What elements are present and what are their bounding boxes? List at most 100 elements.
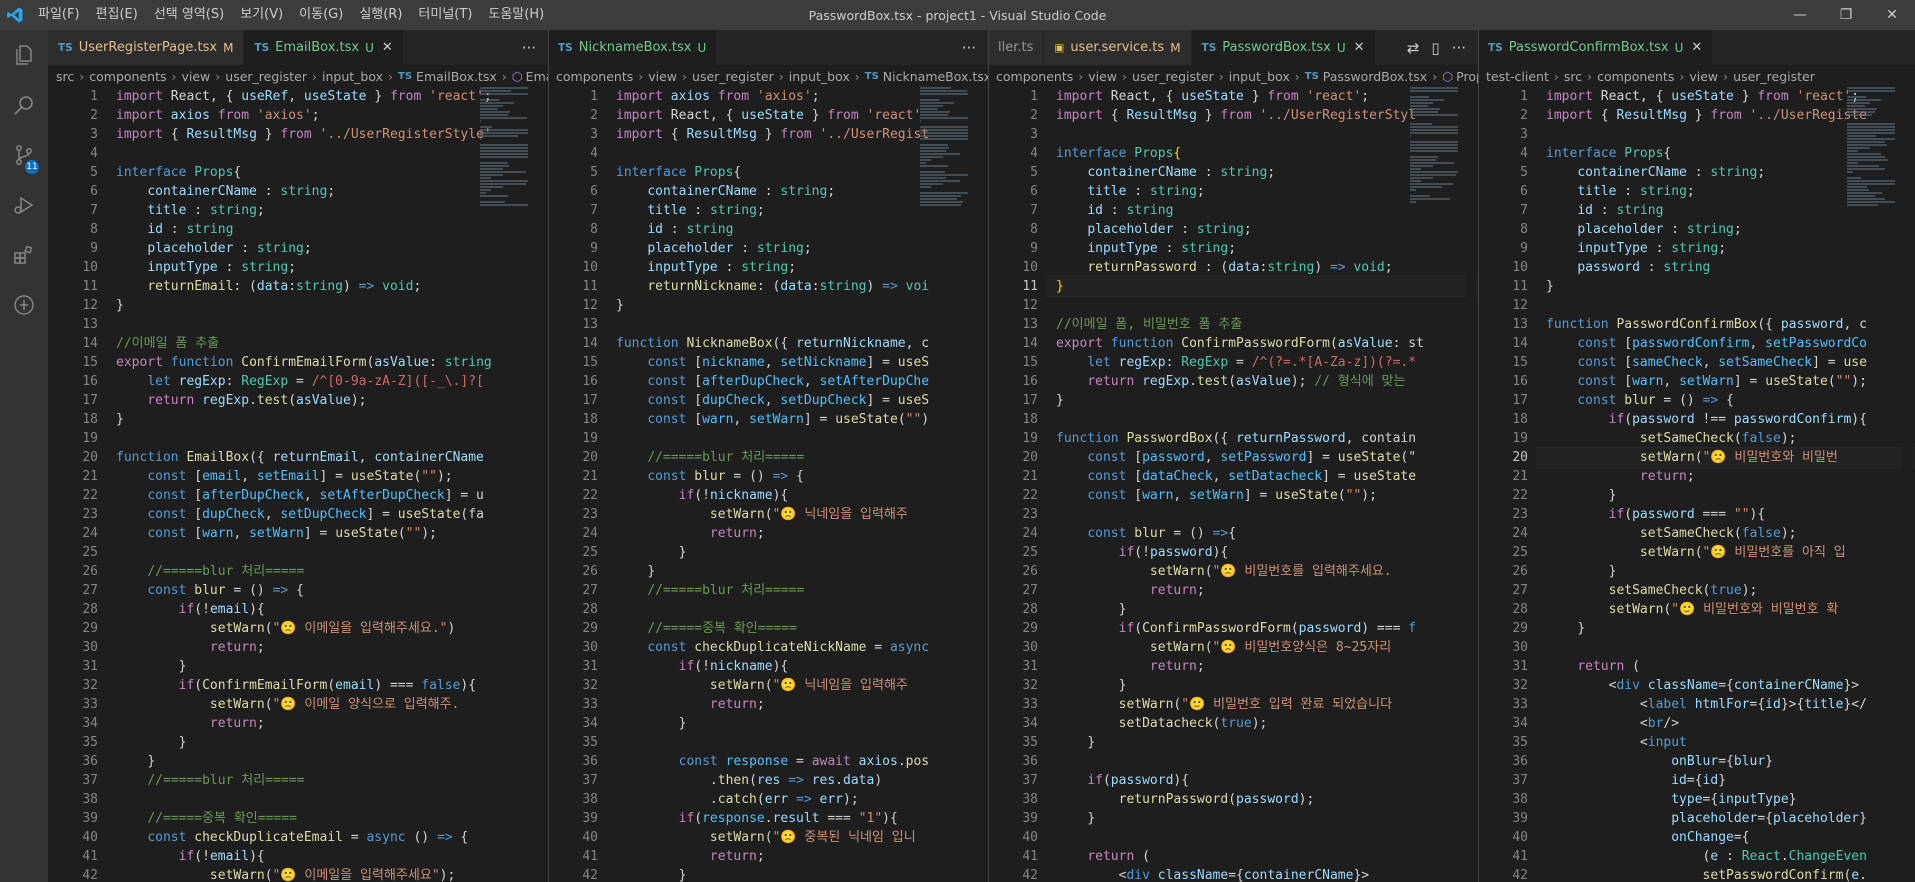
code-token: }>: [1843, 678, 1860, 693]
minimap-line: [480, 192, 486, 194]
explorer-icon[interactable]: [0, 30, 48, 80]
vertical-scrollbar[interactable]: [536, 87, 546, 882]
editor-tab[interactable]: ▣ user.service.ts M: [1044, 30, 1192, 65]
code-line: type={inputType}: [1546, 790, 1796, 809]
close-window-icon[interactable]: ✕: [1869, 0, 1915, 30]
code-token: string: [1686, 222, 1734, 237]
breadcrumb-item[interactable]: test-client: [1486, 69, 1549, 84]
minimap-line: [1847, 159, 1888, 161]
breadcrumb-item[interactable]: Props: [1456, 69, 1478, 84]
minimize-icon[interactable]: —: [1777, 0, 1823, 30]
code-token: {: [162, 127, 187, 142]
minimap-line: [920, 138, 968, 140]
code-token: =>: [436, 830, 453, 845]
minimap[interactable]: [480, 87, 530, 337]
code-token: const: [1577, 393, 1617, 408]
code-token: string: [209, 203, 257, 218]
breadcrumb-item[interactable]: components: [1597, 69, 1674, 84]
breadcrumb-item[interactable]: user_register: [1132, 69, 1214, 84]
editor-tab[interactable]: ller.ts: [988, 30, 1045, 65]
breadcrumb-item[interactable]: user_register: [692, 69, 774, 84]
more-actions-icon[interactable]: ···: [962, 39, 976, 57]
code-line: import axios from 'axios';: [616, 87, 820, 106]
minimap[interactable]: [1410, 87, 1460, 337]
breadcrumb-item[interactable]: NicknameBox.tsx: [883, 69, 988, 84]
code-token: ;: [311, 108, 320, 123]
editor-tab[interactable]: TS UserRegisterPage.tsx M: [48, 30, 245, 65]
minimap[interactable]: [920, 87, 970, 337]
breadcrumb-item[interactable]: EmailBox: [526, 69, 548, 84]
more-actions-icon[interactable]: ···: [522, 39, 536, 57]
menu-item[interactable]: 파일(F): [30, 0, 88, 30]
breadcrumb-item[interactable]: view: [1689, 69, 1718, 84]
menu-item[interactable]: 보기(V): [232, 0, 291, 30]
menu-item[interactable]: 선택 영역(S): [146, 0, 232, 30]
pane-divider[interactable]: [1478, 30, 1479, 882]
close-tab-icon[interactable]: ✕: [1691, 40, 1702, 55]
code-line: import { ResultMsg } from '../UserRegist…: [1056, 106, 1416, 125]
pane-divider[interactable]: [548, 30, 549, 882]
minimap-line: [1410, 90, 1458, 92]
breadcrumb-item[interactable]: src: [1564, 69, 1582, 84]
source-control-icon[interactable]: 11: [0, 130, 48, 180]
editor-tab[interactable]: TS PasswordBox.tsx U ✕: [1191, 30, 1376, 65]
editor-tab[interactable]: TS NicknameBox.tsx U: [548, 30, 718, 65]
code-editor[interactable]: 1 import React, { useRef, useState } from…: [48, 87, 548, 882]
code-token: id: [1087, 203, 1103, 218]
close-tab-icon[interactable]: ✕: [382, 40, 393, 55]
restore-icon[interactable]: ❐: [1823, 0, 1869, 30]
vertical-scrollbar[interactable]: [976, 87, 986, 882]
typescript-react-icon: TS: [254, 41, 270, 54]
code-line: <input: [1546, 733, 1687, 752]
code-line: id : string: [1546, 201, 1663, 220]
breadcrumb-item[interactable]: input_box: [789, 69, 850, 84]
code-token: returnPassword: [1118, 792, 1229, 807]
breadcrumb-item[interactable]: PasswordBox.tsx: [1323, 69, 1427, 84]
code-token: [: [186, 469, 203, 484]
code-token: {: [288, 583, 304, 598]
extensions-icon[interactable]: [0, 230, 48, 280]
editor-tab[interactable]: TS EmailBox.tsx U ✕: [244, 30, 404, 65]
line-number: 21: [582, 469, 598, 484]
close-tab-icon[interactable]: ✕: [1354, 40, 1365, 55]
code-token: data: [780, 279, 812, 294]
code-editor[interactable]: 1 import React, { useState } from 'react'…: [988, 87, 1478, 882]
menu-item[interactable]: 이동(G): [291, 0, 351, 30]
line-number: 19: [1512, 431, 1528, 446]
breadcrumb-item[interactable]: view: [1088, 69, 1117, 84]
breadcrumb-item[interactable]: src: [56, 69, 74, 84]
vscode-logo-icon[interactable]: [0, 0, 30, 30]
menu-item[interactable]: 터미널(T): [410, 0, 480, 30]
split-editor-icon[interactable]: ▯: [1431, 39, 1439, 57]
breadcrumb-item[interactable]: EmailBox.tsx: [416, 69, 497, 84]
vertical-scrollbar[interactable]: [1466, 87, 1476, 882]
more-actions-icon[interactable]: ···: [1452, 39, 1466, 57]
code-token: warn: [1632, 374, 1664, 389]
menu-item[interactable]: 도움말(H): [480, 0, 552, 30]
breadcrumb-item[interactable]: user_register: [225, 69, 307, 84]
minimap[interactable]: [1847, 87, 1897, 337]
menu-item[interactable]: 실행(R): [351, 0, 410, 30]
code-token: ;: [803, 241, 812, 256]
run-debug-icon[interactable]: [0, 180, 48, 230]
breadcrumb-item[interactable]: components: [996, 69, 1073, 84]
pane-divider[interactable]: [988, 30, 989, 882]
search-icon[interactable]: [0, 80, 48, 130]
breadcrumb-item[interactable]: components: [89, 69, 166, 84]
breadcrumb-item[interactable]: view: [648, 69, 677, 84]
breadcrumb-item[interactable]: input_box: [322, 69, 383, 84]
code-token: );: [1251, 716, 1268, 731]
breadcrumb-item[interactable]: components: [556, 69, 633, 84]
breadcrumb-item[interactable]: view: [181, 69, 210, 84]
editor-tab[interactable]: TS PasswordConfirmBox.tsx U ✕: [1478, 30, 1714, 65]
menu-item[interactable]: 편집(E): [88, 0, 146, 30]
compare-changes-icon[interactable]: ⇄: [1407, 39, 1420, 57]
breadcrumb-item[interactable]: user_register: [1733, 69, 1815, 84]
breadcrumb-item[interactable]: input_box: [1229, 69, 1290, 84]
code-token: return: [1087, 374, 1135, 389]
vertical-scrollbar[interactable]: [1903, 87, 1913, 882]
remote-icon[interactable]: [0, 280, 48, 330]
